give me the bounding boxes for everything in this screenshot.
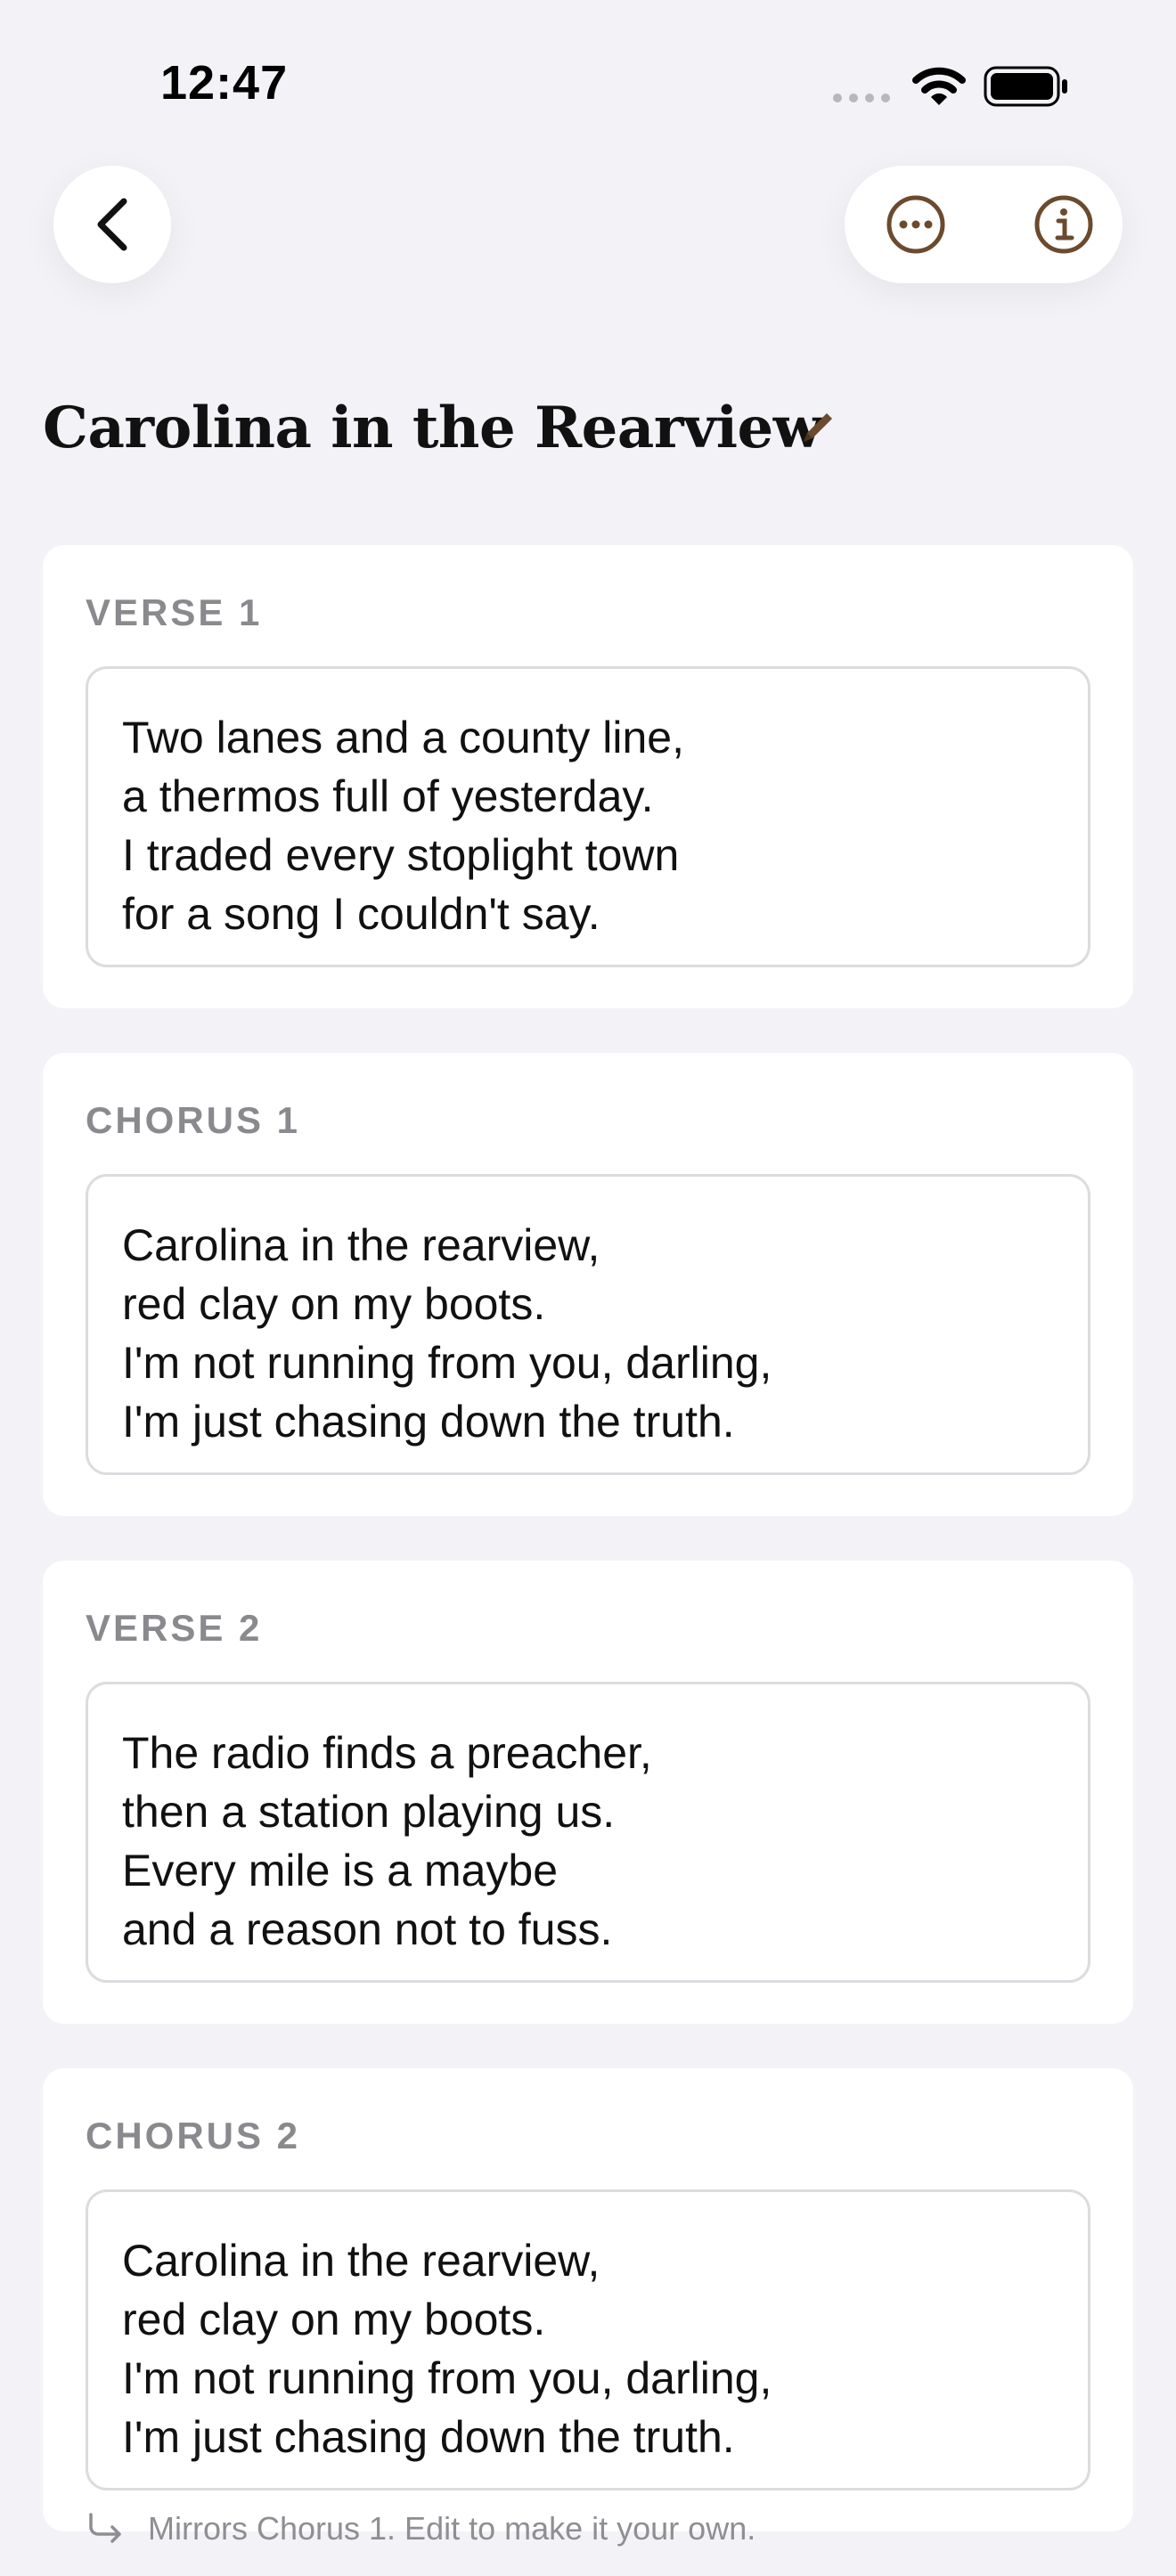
wifi-icon	[912, 67, 966, 105]
battery-icon	[984, 66, 1067, 107]
lyrics-editor[interactable]: Carolina in the rearview, red clay on my…	[86, 2189, 1090, 2490]
lyric-line: Two lanes and a county line,	[122, 713, 684, 762]
title-row: Carolina in the Rearview	[43, 383, 822, 472]
lyric-line: for a song I couldn't say.	[122, 889, 600, 939]
lyric-line: a thermos full of yesterday.	[122, 771, 654, 821]
chevron-left-icon	[97, 198, 127, 251]
section-card-chorus-1: CHORUS 1 Carolina in the rearview, red c…	[43, 1053, 1133, 1516]
lyrics-editor[interactable]: The radio finds a preacher, then a stati…	[86, 1682, 1090, 1983]
lyric-line: and a reason not to fuss.	[122, 1904, 613, 1954]
return-arrow-icon	[89, 2513, 121, 2543]
ellipsis-circle-icon	[886, 195, 945, 254]
lyric-line: I'm just chasing down the truth.	[122, 1397, 735, 1447]
section-card-verse-2: VERSE 2 The radio finds a preacher, then…	[43, 1561, 1133, 2024]
lyric-line: I'm not running from you, darling,	[122, 1338, 772, 1388]
lyric-line: I traded every stoplight town	[122, 830, 680, 880]
lyric-line: I'm just chasing down the truth.	[122, 2412, 735, 2462]
lyric-line: Every mile is a maybe	[122, 1846, 559, 1895]
section-label: VERSE 2	[86, 1607, 263, 1649]
mirror-note: Mirrors Chorus 1. Edit to make it your o…	[86, 2510, 755, 2547]
sections-list: VERSE 1 Two lanes and a county line, a t…	[43, 545, 1133, 2576]
status-bar: 12:47	[0, 0, 1176, 169]
section-label: CHORUS 2	[86, 2115, 301, 2156]
lyric-line: The radio finds a preacher,	[122, 1728, 652, 1778]
section-label: VERSE 1	[86, 591, 263, 633]
section-label: CHORUS 1	[86, 1099, 301, 1141]
pencil-icon	[804, 413, 832, 442]
cellular-signal-icon	[833, 94, 890, 102]
mirror-note-text: Mirrors Chorus 1. Edit to make it your o…	[148, 2510, 756, 2547]
back-button[interactable]	[53, 166, 171, 283]
lyrics-editor[interactable]: Carolina in the rearview, red clay on my…	[86, 1174, 1090, 1475]
edit-title-button[interactable]	[793, 403, 843, 452]
lyric-line: Carolina in the rearview,	[122, 1220, 600, 1270]
section-card-chorus-2: CHORUS 2 Carolina in the rearview, red c…	[43, 2068, 1133, 2531]
lyrics-editor[interactable]: Two lanes and a county line, a thermos f…	[86, 666, 1090, 967]
more-button[interactable]	[880, 189, 951, 260]
lyric-line: I'm not running from you, darling,	[122, 2353, 772, 2403]
song-title[interactable]: Carolina in the Rearview	[43, 395, 822, 461]
lyric-line: Carolina in the rearview,	[122, 2236, 600, 2286]
lyric-line: red clay on my boots.	[122, 1279, 546, 1329]
section-card-verse-1: VERSE 1 Two lanes and a county line, a t…	[43, 545, 1133, 1008]
actions-pill	[845, 166, 1123, 283]
lyric-line: red clay on my boots.	[122, 2295, 546, 2344]
status-time: 12:47	[160, 56, 289, 110]
info-button[interactable]	[1028, 189, 1099, 260]
info-circle-icon	[1034, 195, 1093, 254]
lyric-line: then a station playing us.	[122, 1787, 616, 1837]
